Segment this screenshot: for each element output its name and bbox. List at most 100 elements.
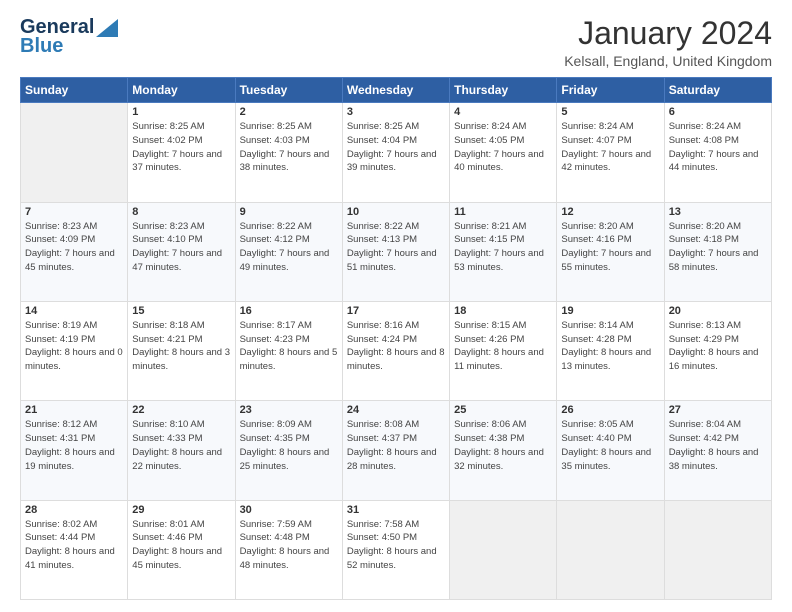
month-title: January 2024: [564, 16, 772, 51]
table-row: 13 Sunrise: 8:20 AMSunset: 4:18 PMDayligh…: [664, 202, 771, 301]
col-friday: Friday: [557, 78, 664, 103]
day-info: Sunrise: 8:22 AMSunset: 4:13 PMDaylight:…: [347, 220, 445, 275]
table-row: 20 Sunrise: 8:13 AMSunset: 4:29 PMDayligh…: [664, 301, 771, 400]
day-info: Sunrise: 8:12 AMSunset: 4:31 PMDaylight:…: [25, 418, 123, 473]
col-monday: Monday: [128, 78, 235, 103]
col-wednesday: Wednesday: [342, 78, 449, 103]
table-row: 30Sunrise: 7:59 AMSunset: 4:48 PMDayligh…: [235, 500, 342, 599]
day-info: Sunrise: 8:20 AMSunset: 4:16 PMDaylight:…: [561, 220, 659, 275]
table-row: 15 Sunrise: 8:18 AMSunset: 4:21 PMDayligh…: [128, 301, 235, 400]
table-row: 6Sunrise: 8:24 AMSunset: 4:08 PMDaylight…: [664, 103, 771, 202]
table-row: [450, 500, 557, 599]
header: General Blue January 2024 Kelsall, Engla…: [20, 16, 772, 69]
day-number: 15: [132, 305, 230, 317]
table-row: 31Sunrise: 7:58 AMSunset: 4:50 PMDayligh…: [342, 500, 449, 599]
table-row: 24 Sunrise: 8:08 AMSunset: 4:37 PMDayligh…: [342, 401, 449, 500]
table-row: 28Sunrise: 8:02 AMSunset: 4:44 PMDayligh…: [21, 500, 128, 599]
table-row: 5 Sunrise: 8:24 AMSunset: 4:07 PMDaylight…: [557, 103, 664, 202]
day-info: Sunrise: 8:10 AMSunset: 4:33 PMDaylight:…: [132, 418, 230, 473]
day-info: Sunrise: 8:24 AMSunset: 4:05 PMDaylight:…: [454, 120, 552, 175]
day-number: 14: [25, 305, 123, 317]
day-number: 17: [347, 305, 445, 317]
day-number: 9: [240, 206, 338, 218]
day-info: Sunrise: 8:23 AMSunset: 4:09 PMDaylight:…: [25, 220, 123, 275]
day-info: Sunrise: 8:14 AMSunset: 4:28 PMDaylight:…: [561, 319, 659, 374]
day-number: 3: [347, 106, 445, 118]
day-number: 21: [25, 404, 123, 416]
day-number: 6: [669, 106, 767, 118]
table-row: 26 Sunrise: 8:05 AMSunset: 4:40 PMDayligh…: [557, 401, 664, 500]
table-row: [664, 500, 771, 599]
calendar-week-row: 1 Sunrise: 8:25 AMSunset: 4:02 PMDaylight…: [21, 103, 772, 202]
day-number: 2: [240, 106, 338, 118]
day-number: 5: [561, 106, 659, 118]
day-number: 7: [25, 206, 123, 218]
table-row: 25 Sunrise: 8:06 AMSunset: 4:38 PMDayligh…: [450, 401, 557, 500]
day-info: Sunrise: 8:20 AMSunset: 4:18 PMDaylight:…: [669, 220, 767, 275]
table-row: 1 Sunrise: 8:25 AMSunset: 4:02 PMDaylight…: [128, 103, 235, 202]
col-saturday: Saturday: [664, 78, 771, 103]
day-info: Sunrise: 8:02 AMSunset: 4:44 PMDaylight:…: [25, 518, 123, 573]
day-info: Sunrise: 8:09 AMSunset: 4:35 PMDaylight:…: [240, 418, 338, 473]
day-number: 18: [454, 305, 552, 317]
day-number: 30: [240, 504, 338, 516]
table-row: 8Sunrise: 8:23 AMSunset: 4:10 PMDaylight…: [128, 202, 235, 301]
day-info: Sunrise: 8:16 AMSunset: 4:24 PMDaylight:…: [347, 319, 445, 374]
table-row: 27Sunrise: 8:04 AMSunset: 4:42 PMDayligh…: [664, 401, 771, 500]
day-number: 12: [561, 206, 659, 218]
table-row: 2 Sunrise: 8:25 AMSunset: 4:03 PMDaylight…: [235, 103, 342, 202]
table-row: 7 Sunrise: 8:23 AMSunset: 4:09 PMDaylight…: [21, 202, 128, 301]
table-row: [21, 103, 128, 202]
day-info: Sunrise: 8:01 AMSunset: 4:46 PMDaylight:…: [132, 518, 230, 573]
col-thursday: Thursday: [450, 78, 557, 103]
day-info: Sunrise: 8:21 AMSunset: 4:15 PMDaylight:…: [454, 220, 552, 275]
day-number: 27: [669, 404, 767, 416]
day-number: 1: [132, 106, 230, 118]
day-info: Sunrise: 8:17 AMSunset: 4:23 PMDaylight:…: [240, 319, 338, 374]
table-row: 14Sunrise: 8:19 AMSunset: 4:19 PMDayligh…: [21, 301, 128, 400]
day-number: 8: [132, 206, 230, 218]
table-row: 21 Sunrise: 8:12 AMSunset: 4:31 PMDayligh…: [21, 401, 128, 500]
logo-icon: [96, 19, 118, 37]
day-info: Sunrise: 8:18 AMSunset: 4:21 PMDaylight:…: [132, 319, 230, 374]
day-info: Sunrise: 8:05 AMSunset: 4:40 PMDaylight:…: [561, 418, 659, 473]
day-info: Sunrise: 8:08 AMSunset: 4:37 PMDaylight:…: [347, 418, 445, 473]
location-subtitle: Kelsall, England, United Kingdom: [564, 53, 772, 69]
day-info: Sunrise: 8:15 AMSunset: 4:26 PMDaylight:…: [454, 319, 552, 374]
table-row: 19 Sunrise: 8:14 AMSunset: 4:28 PMDayligh…: [557, 301, 664, 400]
logo-blue-text: Blue: [20, 35, 63, 58]
day-number: 13: [669, 206, 767, 218]
day-info: Sunrise: 8:25 AMSunset: 4:02 PMDaylight:…: [132, 120, 230, 175]
table-row: 3Sunrise: 8:25 AMSunset: 4:04 PMDaylight…: [342, 103, 449, 202]
day-info: Sunrise: 8:24 AMSunset: 4:07 PMDaylight:…: [561, 120, 659, 175]
day-number: 26: [561, 404, 659, 416]
day-number: 24: [347, 404, 445, 416]
table-row: 23 Sunrise: 8:09 AMSunset: 4:35 PMDayligh…: [235, 401, 342, 500]
day-number: 20: [669, 305, 767, 317]
day-number: 25: [454, 404, 552, 416]
calendar-week-row: 28Sunrise: 8:02 AMSunset: 4:44 PMDayligh…: [21, 500, 772, 599]
calendar-week-row: 7 Sunrise: 8:23 AMSunset: 4:09 PMDaylight…: [21, 202, 772, 301]
table-row: 10 Sunrise: 8:22 AMSunset: 4:13 PMDayligh…: [342, 202, 449, 301]
day-info: Sunrise: 8:25 AMSunset: 4:03 PMDaylight:…: [240, 120, 338, 175]
day-number: 29: [132, 504, 230, 516]
calendar-table: Sunday Monday Tuesday Wednesday Thursday…: [20, 77, 772, 600]
table-row: 29 Sunrise: 8:01 AMSunset: 4:46 PMDayligh…: [128, 500, 235, 599]
day-number: 4: [454, 106, 552, 118]
table-row: 9 Sunrise: 8:22 AMSunset: 4:12 PMDaylight…: [235, 202, 342, 301]
day-info: Sunrise: 8:13 AMSunset: 4:29 PMDaylight:…: [669, 319, 767, 374]
day-info: Sunrise: 8:22 AMSunset: 4:12 PMDaylight:…: [240, 220, 338, 275]
title-block: January 2024 Kelsall, England, United Ki…: [564, 16, 772, 69]
table-row: 11 Sunrise: 8:21 AMSunset: 4:15 PMDayligh…: [450, 202, 557, 301]
day-number: 10: [347, 206, 445, 218]
table-row: [557, 500, 664, 599]
table-row: 16Sunrise: 8:17 AMSunset: 4:23 PMDayligh…: [235, 301, 342, 400]
calendar-week-row: 21 Sunrise: 8:12 AMSunset: 4:31 PMDayligh…: [21, 401, 772, 500]
day-info: Sunrise: 8:06 AMSunset: 4:38 PMDaylight:…: [454, 418, 552, 473]
table-row: 12 Sunrise: 8:20 AMSunset: 4:16 PMDayligh…: [557, 202, 664, 301]
day-info: Sunrise: 7:58 AMSunset: 4:50 PMDaylight:…: [347, 518, 445, 573]
day-number: 19: [561, 305, 659, 317]
logo: General Blue: [20, 16, 118, 58]
day-number: 23: [240, 404, 338, 416]
day-number: 11: [454, 206, 552, 218]
